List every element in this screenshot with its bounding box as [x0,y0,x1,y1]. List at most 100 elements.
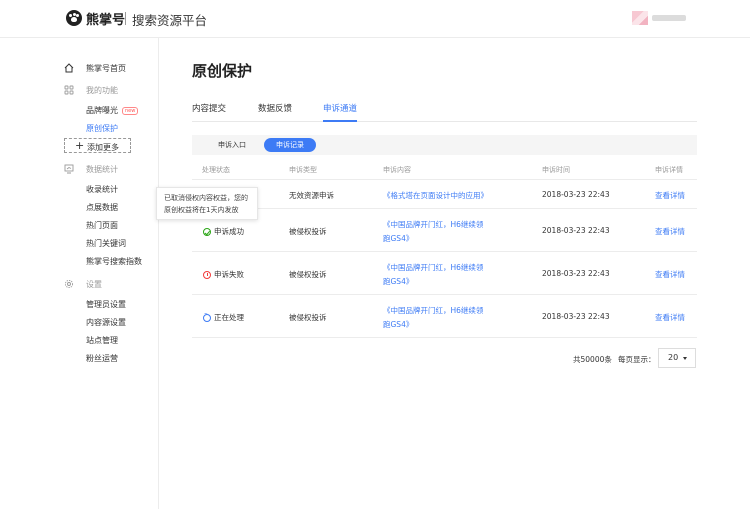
alert-circle-icon [203,271,211,279]
appeal-content-link-line2[interactable]: 跑GS4》 [383,319,413,330]
sidebar-item-label-wrap: 品牌曝光 new [86,105,139,116]
home-icon [64,63,74,73]
tab-content-submit[interactable]: 内容提交 [192,102,226,122]
column-header: 申诉内容 [383,166,411,174]
appeal-content-link[interactable]: 《中国品牌开门红，H6继续领 [383,305,483,316]
sidebar-item-hot-pages[interactable]: 热门页面 [0,217,159,233]
sidebar-item-label: 熊掌号首页 [86,64,126,73]
avatar[interactable] [632,11,648,25]
page-title: 原创保护 [192,62,253,80]
view-details-link[interactable]: 查看详情 [655,190,685,201]
table-row: 申诉失败 被侵权投诉 《中国品牌开门红，H6继续领 跑GS4》 2018-03-… [192,252,697,295]
plus-icon: + [75,139,85,152]
sidebar-item-admin-settings[interactable]: 管理员设置 [0,296,159,312]
tab-appeal-channel[interactable]: 申诉通道 [323,102,358,122]
sidebar-group-label: 我的功能 [86,86,118,95]
sidebar-item-brand-exposure[interactable]: 品牌曝光 new [0,102,159,118]
more-circle-icon [203,311,211,322]
add-more-label: 添加更多 [87,143,119,152]
table-row: 申诉成功 被侵权投诉 《中国品牌开门红，H6继续领 跑GS4》 2018-03-… [192,209,697,252]
view-details-link[interactable]: 查看详情 [655,312,685,323]
sidebar-item-home[interactable]: 熊掌号首页 [0,60,159,76]
sidebar-item-site-management[interactable]: 站点管理 [0,332,159,348]
per-page-value: 20 [668,353,679,362]
sidebar-item-label: 管理员设置 [86,300,126,309]
status-text: 申诉成功 [214,227,244,236]
sidebar-group-my-functions: 我的功能 [0,82,159,98]
add-more-button[interactable]: + 添加更多 [64,138,131,153]
sidebar-item-original-protection[interactable]: 原创保护 [0,120,159,136]
appeal-time: 2018-03-23 22:43 [542,312,610,321]
sidebar-item-label: 熊掌号搜索指数 [86,257,142,266]
sidebar-group-data-stats: 数据统计 [0,161,159,177]
grid-icon [64,85,74,95]
appeal-content-link-line2[interactable]: 跑GS4》 [383,233,413,244]
sidebar-item-click-data[interactable]: 点展数据 [0,199,159,215]
brand-divider [125,12,126,25]
sidebar-item-label: 原创保护 [86,124,118,133]
sidebar-group-label: 设置 [86,280,102,289]
tooltip-line: 已取消侵权内容权益，您的 [164,194,248,202]
view-details-link[interactable]: 查看详情 [655,269,685,280]
sidebar-item-traffic-stats[interactable]: 收录统计 [0,181,159,197]
total-count: 共50000条 [573,355,612,364]
status-text: 正在处理 [214,313,244,322]
status-success: 申诉成功 [203,226,244,237]
top-bar: 熊掌号 搜索资源平台 [0,0,750,38]
column-header: 申诉类型 [289,166,317,174]
subtab-bar: 申诉入口 申诉记录 [192,135,697,155]
column-header: 处理状态 [202,166,230,174]
view-details-link[interactable]: 查看详情 [655,226,685,237]
sidebar-item-label: 站点管理 [86,336,118,345]
table-row: 无效资源申诉 《格式塔在页面设计中的应用》 2018-03-23 22:43 查… [192,180,697,209]
subtab-appeal-entry[interactable]: 申诉入口 [206,138,258,152]
appeal-type: 无效资源申诉 [289,191,334,200]
status-fail: 申诉失败 [203,269,244,280]
appeal-time: 2018-03-23 22:43 [542,190,610,199]
sidebar-item-label: 热门关键词 [86,239,126,248]
appeal-content-link[interactable]: 《中国品牌开门红，H6继续领 [383,219,483,230]
appeal-type: 被侵权投诉 [289,227,327,236]
appeal-content-link-line2[interactable]: 跑GS4》 [383,276,413,287]
tooltip-line: 原创权益将在1天内发放 [164,206,239,214]
per-page-label: 每页显示： [618,355,656,364]
sidebar-group-label: 数据统计 [86,165,118,174]
username-blurred[interactable] [652,15,686,21]
table-header: 处理状态 申诉类型 申诉内容 申诉时间 申诉详情 [192,158,697,180]
table-row: 正在处理 被侵权投诉 《中国品牌开门红，H6继续领 跑GS4》 2018-03-… [192,295,697,338]
appeal-content-link[interactable]: 《格式塔在页面设计中的应用》 [383,190,488,201]
sidebar: 熊掌号首页 我的功能 品牌曝光 new 原创保护 + 添加更多 数据统计 收录统计… [0,38,159,509]
sidebar-item-label: 点展数据 [86,203,118,212]
new-badge: new [122,106,139,115]
column-header: 申诉时间 [542,166,570,174]
caret-down-icon [683,357,687,360]
status-tooltip: 已取消侵权内容权益，您的 原创权益将在1天内发放 [156,187,258,220]
tab-bar: 内容提交 数据反馈 申诉通道 [192,102,697,122]
check-circle-icon [203,228,211,236]
status-text: 申诉失败 [214,270,244,279]
paw-logo-icon[interactable] [66,10,82,26]
sidebar-item-label: 收录统计 [86,185,118,194]
column-header: 申诉详情 [655,166,683,174]
sidebar-item-label: 粉丝运营 [86,354,118,363]
sidebar-item-fans-ops[interactable]: 粉丝运营 [0,350,159,366]
sidebar-item-label: 内容源设置 [86,318,126,327]
platform-title: 搜索资源平台 [132,13,208,28]
brand-name[interactable]: 熊掌号 [86,9,125,28]
appeal-type: 被侵权投诉 [289,270,327,279]
sidebar-group-settings: 设置 [0,276,159,292]
tab-data-feedback[interactable]: 数据反馈 [258,102,292,122]
gear-icon [64,279,74,289]
sidebar-item-content-source[interactable]: 内容源设置 [0,314,159,330]
appeal-time: 2018-03-23 22:43 [542,269,610,278]
sidebar-item-search-index[interactable]: 熊掌号搜索指数 [0,253,159,269]
per-page-select[interactable]: 20 [658,348,696,368]
appeal-content-link[interactable]: 《中国品牌开门红，H6继续领 [383,262,483,273]
status-pending: 正在处理 [203,311,244,323]
subtab-appeal-records[interactable]: 申诉记录 [264,138,316,152]
appeal-type: 被侵权投诉 [289,313,327,322]
chart-icon [64,164,74,174]
sidebar-item-hot-keywords[interactable]: 热门关键词 [0,235,159,251]
sidebar-item-label: 热门页面 [86,221,118,230]
sidebar-item-label: 品牌曝光 [86,106,118,115]
